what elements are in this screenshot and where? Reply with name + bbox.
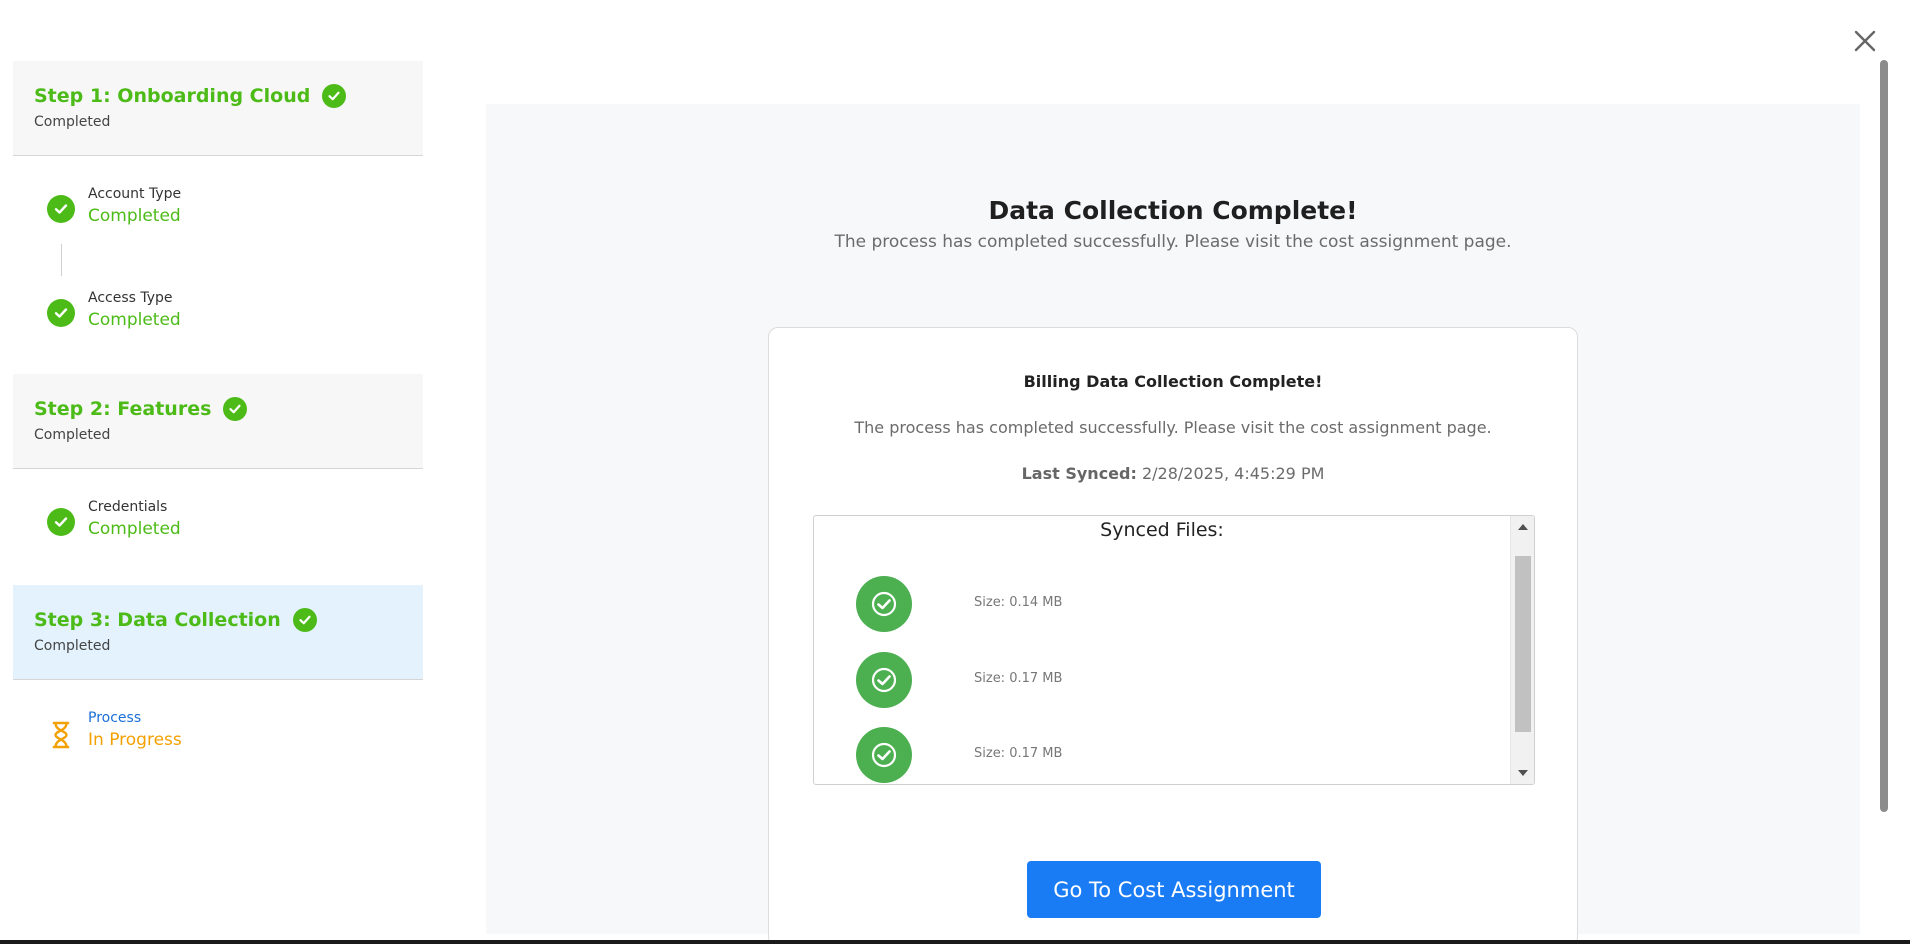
scroll-up-icon[interactable] <box>1511 516 1534 538</box>
go-to-cost-assignment-button[interactable]: Go To Cost Assignment <box>1027 861 1321 918</box>
main-panel: Data Collection Complete! The process ha… <box>486 104 1860 944</box>
step-title: Step 3: Data Collection <box>34 609 281 631</box>
step-title: Step 2: Features <box>34 398 212 420</box>
page-scrollbar[interactable] <box>1878 58 1890 938</box>
substep-status: In Progress <box>88 730 182 750</box>
substep-access-type[interactable]: Access Type Completed <box>13 278 423 348</box>
card-subtitle: The process has completed successfully. … <box>854 418 1492 437</box>
page-subtitle: The process has completed successfully. … <box>834 232 1512 252</box>
step-1-substeps: Account Type Completed Access Type Compl… <box>13 156 423 374</box>
step-status: Completed <box>34 427 111 443</box>
check-circle-icon <box>47 299 75 327</box>
last-synced-label: Last Synced: <box>1021 464 1137 483</box>
step-1-header[interactable]: Step 1: Onboarding Cloud Completed <box>13 61 423 156</box>
step-2-substeps: Credentials Completed <box>13 469 423 585</box>
step-3-header[interactable]: Step 3: Data Collection Completed <box>13 585 423 680</box>
synced-files-list[interactable]: Synced Files: Size: 0.14 MB Size: 0.17 M… <box>813 515 1535 785</box>
substep-label: Credentials <box>88 499 168 515</box>
substep-status: Completed <box>88 310 181 330</box>
scroll-down-icon[interactable] <box>1511 762 1534 784</box>
step-status: Completed <box>34 638 111 654</box>
substep-process[interactable]: Process In Progress <box>13 698 423 768</box>
substep-status: Completed <box>88 519 181 539</box>
file-size: Size: 0.17 MB <box>974 746 1063 761</box>
check-circle-icon <box>856 727 912 783</box>
files-scrollbar[interactable] <box>1510 516 1534 784</box>
card-title: Billing Data Collection Complete! <box>1023 372 1323 391</box>
file-item: Size: 0.17 MB <box>856 727 1256 783</box>
check-circle-icon <box>47 508 75 536</box>
check-circle-icon <box>223 397 248 421</box>
onboarding-modal: Step 1: Onboarding Cloud Completed Accou… <box>0 0 1910 944</box>
last-synced-value: 2/28/2025, 4:45:29 PM <box>1136 464 1325 483</box>
check-circle-icon <box>856 652 912 708</box>
check-circle-icon <box>292 608 317 632</box>
check-circle-icon <box>322 84 347 108</box>
check-circle-icon <box>856 576 912 632</box>
substep-account-type[interactable]: Account Type Completed <box>13 174 423 244</box>
substep-label: Process <box>88 710 142 726</box>
substep-label: Access Type <box>88 290 173 306</box>
substep-label: Account Type <box>88 186 182 202</box>
step-2-header[interactable]: Step 2: Features Completed <box>13 374 423 469</box>
scrollbar-thumb[interactable] <box>1515 556 1531 732</box>
file-size: Size: 0.17 MB <box>974 671 1063 686</box>
step-3-substeps: Process In Progress <box>13 680 423 768</box>
synced-files-title: Synced Files: <box>1100 519 1224 541</box>
step-title: Step 1: Onboarding Cloud <box>34 85 311 107</box>
file-item: Size: 0.14 MB <box>856 576 1256 632</box>
close-icon[interactable] <box>1852 28 1878 54</box>
substep-status: Completed <box>88 206 181 226</box>
bottom-divider <box>0 940 1910 944</box>
page-scrollbar-thumb[interactable] <box>1880 60 1888 812</box>
last-synced: Last Synced: 2/28/2025, 4:45:29 PM <box>769 464 1577 483</box>
step-status: Completed <box>34 114 111 130</box>
page-title: Data Collection Complete! <box>988 196 1358 225</box>
step-connector <box>61 244 62 276</box>
hourglass-icon <box>49 720 73 750</box>
billing-card: Billing Data Collection Complete! The pr… <box>768 327 1578 944</box>
substep-credentials[interactable]: Credentials Completed <box>13 487 423 557</box>
file-size: Size: 0.14 MB <box>974 595 1063 610</box>
steps-sidebar: Step 1: Onboarding Cloud Completed Accou… <box>13 61 423 768</box>
check-circle-icon <box>47 195 75 223</box>
file-item: Size: 0.17 MB <box>856 652 1256 708</box>
